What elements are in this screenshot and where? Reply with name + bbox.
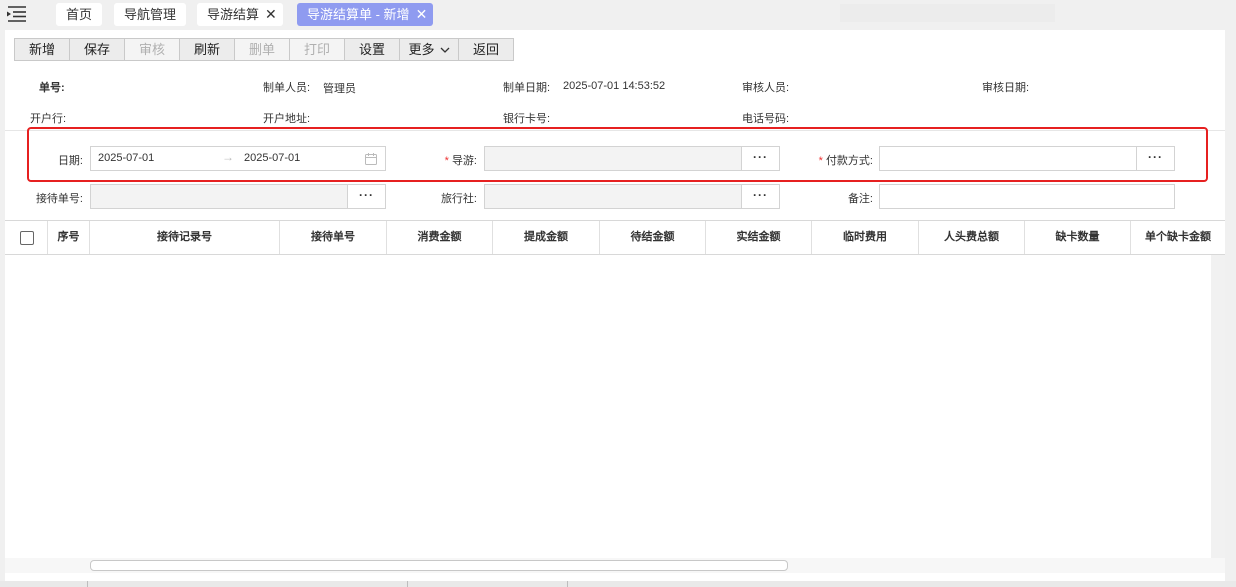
print-button[interactable]: 打印 — [289, 38, 345, 61]
maker-label: 制单人员: — [263, 82, 311, 94]
highlight-box — [27, 127, 1208, 182]
save-button[interactable]: 保存 — [69, 38, 125, 61]
column-header[interactable]: 单个缺卡金额 — [1131, 221, 1225, 254]
column-header[interactable]: 实结金额 — [706, 221, 812, 254]
column-header[interactable]: 待结金额 — [600, 221, 706, 254]
column-header[interactable]: 接待记录号 — [90, 221, 280, 254]
card-label: 银行卡号: — [503, 113, 551, 125]
tab-label: 导游结算单 - 新增 — [307, 7, 410, 22]
more-button[interactable]: 更多 — [399, 38, 459, 61]
main-panel: 新增 保存 审核 刷新 删单 打印 设置 更多 返回 单号: 制单人员: 管理员… — [5, 30, 1225, 587]
reception-select-button[interactable]: ··· — [347, 185, 385, 208]
menu-collapse-icon[interactable] — [4, 4, 28, 24]
column-header[interactable]: 接待单号 — [280, 221, 387, 254]
select-all-cell — [5, 221, 48, 254]
column-header[interactable]: 提成金额 — [493, 221, 600, 254]
audit-button[interactable]: 审核 — [124, 38, 180, 61]
reception-field[interactable]: ··· — [90, 184, 386, 209]
settings-button[interactable]: 设置 — [344, 38, 400, 61]
bottom-segment — [0, 581, 88, 587]
close-icon[interactable]: ✕ — [416, 6, 428, 22]
horizontal-scrollbar-thumb[interactable] — [90, 560, 788, 571]
bottom-strip — [0, 581, 1236, 587]
vertical-scrollbar[interactable] — [1211, 255, 1225, 558]
chevron-down-icon — [440, 47, 449, 53]
column-header[interactable]: 消费金额 — [387, 221, 493, 254]
back-button[interactable]: 返回 — [458, 38, 514, 61]
tab-label: 导游结算 — [207, 7, 260, 22]
make-date-label: 制单日期: — [503, 82, 551, 94]
column-header[interactable]: 缺卡数量 — [1025, 221, 1131, 254]
tab-nav-management[interactable]: 导航管理 — [114, 3, 187, 26]
more-label: 更多 — [408, 42, 435, 57]
tab-home[interactable]: 首页 — [56, 3, 103, 26]
select-all-checkbox[interactable] — [20, 231, 34, 245]
maker-value: 管理员 — [323, 83, 356, 95]
remark-input[interactable] — [879, 184, 1175, 209]
audit-date-label: 审核日期: — [982, 82, 1030, 94]
remark-label: 备注: — [847, 193, 873, 205]
refresh-button[interactable]: 刷新 — [179, 38, 235, 61]
tab-label: 导航管理 — [124, 7, 177, 22]
column-header[interactable]: 序号 — [48, 221, 90, 254]
tab-guide-settlement-new[interactable]: 导游结算单 - 新增 ✕ — [297, 3, 434, 26]
agency-select-button[interactable]: ··· — [741, 185, 779, 208]
bottom-segment — [88, 581, 408, 587]
tab-bar: 首页 导航管理 导游结算 ✕ 导游结算单 - 新增 ✕ — [0, 0, 1236, 30]
bank-label: 开户行: — [30, 113, 67, 125]
make-date-value: 2025-07-01 14:53:52 — [563, 80, 666, 92]
grid-body — [5, 255, 1211, 558]
new-button[interactable]: 新增 — [14, 38, 70, 61]
column-header[interactable]: 临时费用 — [812, 221, 919, 254]
doc-no-label: 单号: — [39, 82, 65, 94]
tab-guide-settlement[interactable]: 导游结算 ✕ — [197, 3, 283, 26]
column-header[interactable]: 人头费总额 — [919, 221, 1025, 254]
close-icon[interactable]: ✕ — [265, 6, 277, 22]
topbar-blank — [840, 4, 1055, 22]
phone-label: 电话号码: — [742, 113, 790, 125]
bottom-segment — [408, 581, 568, 587]
auditor-label: 审核人员: — [742, 82, 790, 94]
agency-label: 旅行社: — [440, 193, 477, 205]
tab-label: 首页 — [66, 7, 93, 22]
grid-header: 序号 接待记录号 接待单号 消费金额 提成金额 待结金额 实结金额 临时费用 人… — [5, 220, 1225, 255]
toolbar: 新增 保存 审核 刷新 删单 打印 设置 更多 返回 — [14, 38, 514, 62]
reception-label: 接待单号: — [35, 193, 83, 205]
agency-field[interactable]: ··· — [484, 184, 780, 209]
bank-address-label: 开户地址: — [263, 113, 311, 125]
delete-button[interactable]: 删单 — [234, 38, 290, 61]
